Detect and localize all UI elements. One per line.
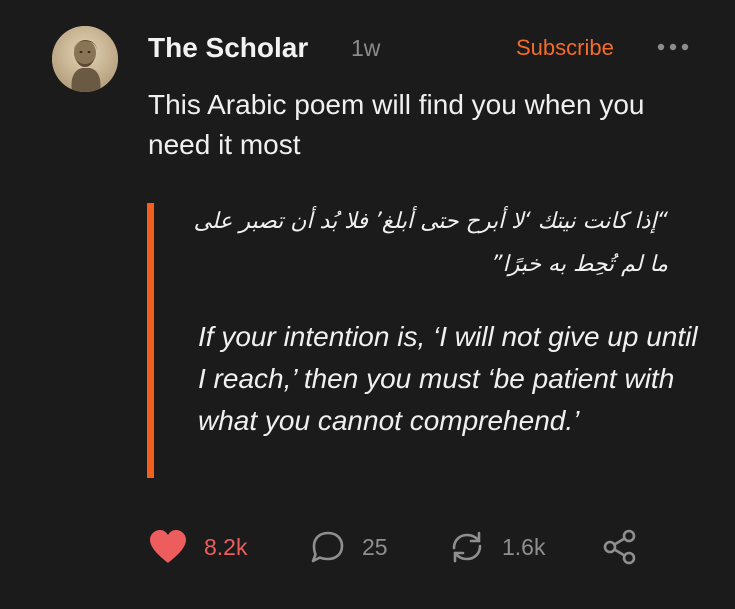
like-count: 8.2k — [204, 533, 248, 560]
comment-button[interactable]: 25 — [310, 524, 388, 570]
comment-count: 25 — [362, 533, 388, 560]
avatar[interactable] — [52, 26, 118, 92]
quote-bar — [147, 203, 154, 478]
restack-count: 1.6k — [502, 533, 546, 560]
like-button[interactable]: 8.2k — [148, 524, 247, 570]
post-timestamp: 1w — [351, 35, 381, 61]
subscribe-button[interactable]: Subscribe — [516, 33, 614, 63]
share-icon — [603, 529, 636, 565]
quote-english: If your intention is, ‘I will not give u… — [198, 321, 698, 436]
quote-arabic: “إذا كانت نيتك ‘لا أبرح حتى أبلغ’ فلا بُ… — [193, 209, 668, 277]
post-text: This Arabic poem will find you when you … — [148, 89, 645, 160]
restack-button[interactable]: 1.6k — [448, 524, 545, 570]
more-icon — [657, 43, 689, 51]
restack-icon — [452, 531, 482, 563]
heart-icon — [150, 530, 186, 563]
more-options-button[interactable] — [655, 38, 691, 56]
comment-icon — [311, 531, 344, 563]
share-button[interactable] — [600, 524, 640, 570]
author-name[interactable]: The Scholar — [148, 30, 308, 66]
